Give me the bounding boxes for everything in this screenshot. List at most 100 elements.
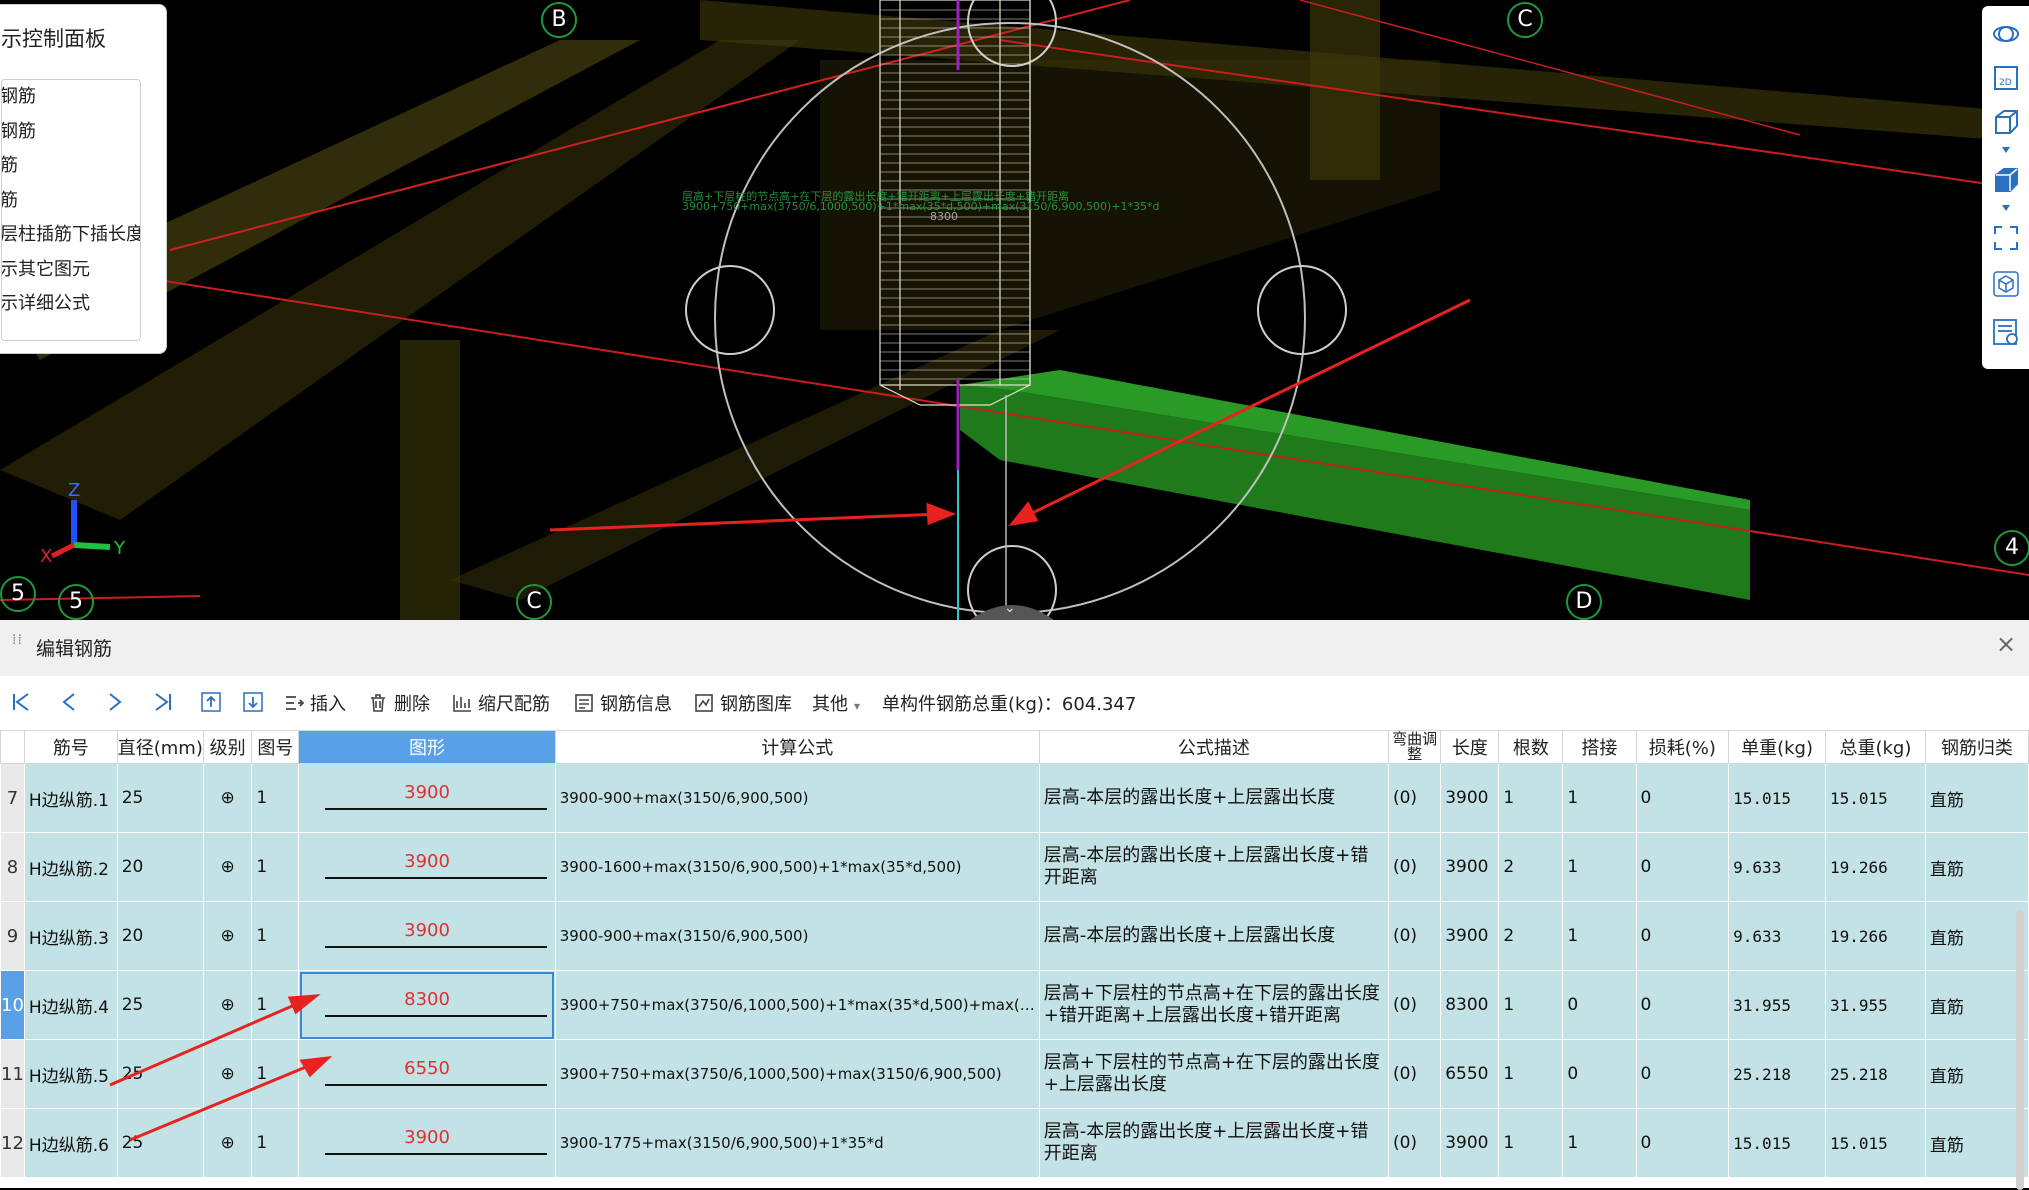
cell-lap[interactable]: 1 <box>1562 832 1637 902</box>
cell-diameter[interactable]: 25 <box>116 763 204 833</box>
view-cube-icon[interactable] <box>1992 270 2020 298</box>
cell-shape[interactable]: 8300 <box>298 970 556 1040</box>
cell-lap[interactable]: 1 <box>1562 763 1637 833</box>
cell-diameter[interactable]: 25 <box>116 1108 204 1178</box>
cell-shape[interactable]: 3900 <box>298 832 556 902</box>
cell-total-weight[interactable]: 15.015 <box>1824 763 1926 833</box>
cell-count[interactable]: 1 <box>1498 970 1564 1040</box>
cell-bar-number[interactable]: H边纵筋.5 <box>23 1039 118 1109</box>
scale-bars-button[interactable]: 缩尺配筋 <box>452 690 550 716</box>
header-bar-number[interactable]: 筋号 <box>23 730 118 764</box>
cell-count[interactable]: 2 <box>1498 832 1564 902</box>
cell-grade[interactable]: ⊕ <box>202 970 253 1040</box>
header-formula-desc[interactable]: 公式描述 <box>1038 730 1389 764</box>
table-row[interactable]: 10 H边纵筋.4 25 ⊕ 1 8300 3900+750+max(3750/6,1000… <box>0 970 2029 1040</box>
cell-unit-weight[interactable]: 15.015 <box>1728 763 1826 833</box>
row-number[interactable]: 10 <box>0 970 25 1040</box>
cell-bar-number[interactable]: H边纵筋.1 <box>23 763 118 833</box>
cell-figure-no[interactable]: 1 <box>251 763 300 833</box>
cell-bend-adjust[interactable]: (0) <box>1387 1039 1442 1109</box>
bar-library-button[interactable]: 钢筋图库 <box>694 690 792 716</box>
cell-count[interactable]: 2 <box>1498 901 1564 971</box>
orbit-icon[interactable] <box>1992 20 2020 48</box>
cell-unit-weight[interactable]: 31.955 <box>1728 970 1826 1040</box>
cell-formula-desc[interactable]: 层高+下层柱的节点高+在下层的露出长度+上层露出长度 <box>1038 1039 1389 1109</box>
move-down-icon[interactable] <box>242 691 264 713</box>
cell-diameter[interactable]: 25 <box>116 1039 204 1109</box>
chevron-down-icon[interactable]: ⌄ <box>1004 600 1016 616</box>
cell-category[interactable]: 直筋 <box>1924 901 2029 971</box>
3d-solid-icon[interactable] <box>1992 166 2020 194</box>
cell-formula[interactable]: 3900-1600+max(3150/6,900,500)+1*max(35*d… <box>554 832 1040 902</box>
header-formula[interactable]: 计算公式 <box>554 730 1040 764</box>
cell-formula-desc[interactable]: 层高-本层的露出长度+上层露出长度+错开距离 <box>1038 832 1389 902</box>
panel-option[interactable]: 示其它图元 <box>2 253 140 288</box>
header-total-weight[interactable]: 总重(kg) <box>1824 730 1926 764</box>
cell-lap[interactable]: 1 <box>1562 1108 1637 1178</box>
cell-unit-weight[interactable]: 25.218 <box>1728 1039 1826 1109</box>
cell-figure-no[interactable]: 1 <box>251 1108 300 1178</box>
cell-length[interactable]: 3900 <box>1440 901 1500 971</box>
cell-bar-number[interactable]: H边纵筋.4 <box>23 970 118 1040</box>
cell-lap[interactable]: 0 <box>1562 1039 1637 1109</box>
cell-count[interactable]: 1 <box>1498 763 1564 833</box>
cell-bend-adjust[interactable]: (0) <box>1387 763 1442 833</box>
table-row[interactable]: 7 H边纵筋.1 25 ⊕ 1 3900 3900-900+max(3150/6,900,5… <box>0 763 2029 833</box>
cell-bend-adjust[interactable]: (0) <box>1387 1108 1442 1178</box>
drag-handle-icon[interactable]: ⁞⁞ <box>12 633 22 658</box>
cell-formula[interactable]: 3900-1775+max(3150/6,900,500)+1*35*d <box>554 1108 1040 1178</box>
next-record-icon[interactable] <box>104 691 126 713</box>
cell-formula-desc[interactable]: 层高-本层的露出长度+上层露出长度 <box>1038 763 1389 833</box>
panel-option[interactable]: 筋 <box>2 184 140 219</box>
cell-category[interactable]: 直筋 <box>1924 1108 2029 1178</box>
cell-figure-no[interactable]: 1 <box>251 901 300 971</box>
cell-bend-adjust[interactable]: (0) <box>1387 901 1442 971</box>
panel-option[interactable]: 示详细公式 <box>2 287 140 322</box>
cell-total-weight[interactable]: 19.266 <box>1824 901 1926 971</box>
cell-total-weight[interactable]: 19.266 <box>1824 832 1926 902</box>
cell-lap[interactable]: 0 <box>1562 970 1637 1040</box>
cell-category[interactable]: 直筋 <box>1924 763 2029 833</box>
row-number[interactable]: 8 <box>0 832 25 902</box>
header-loss[interactable]: 损耗(%) <box>1635 730 1730 764</box>
cell-shape[interactable]: 3900 <box>298 763 556 833</box>
cell-unit-weight[interactable]: 15.015 <box>1728 1108 1826 1178</box>
cell-length[interactable]: 6550 <box>1440 1039 1500 1109</box>
cell-count[interactable]: 1 <box>1498 1108 1564 1178</box>
table-row[interactable]: 12 H边纵筋.6 25 ⊕ 1 3900 3900-1775+max(3150/6,900… <box>0 1108 2029 1178</box>
cell-bar-number[interactable]: H边纵筋.3 <box>23 901 118 971</box>
prev-record-icon[interactable] <box>58 691 80 713</box>
insert-button[interactable]: 插入 <box>284 690 346 716</box>
close-icon[interactable]: × <box>1996 630 2016 658</box>
cell-grade[interactable]: ⊕ <box>202 832 253 902</box>
cell-diameter[interactable]: 20 <box>116 901 204 971</box>
cell-formula-desc[interactable]: 层高+下层柱的节点高+在下层的露出长度+错开距离+上层露出长度+错开距离 <box>1038 970 1389 1040</box>
cell-bend-adjust[interactable]: (0) <box>1387 832 1442 902</box>
header-category[interactable]: 钢筋归类 <box>1924 730 2029 764</box>
cell-count[interactable]: 1 <box>1498 1039 1564 1109</box>
dropdown-icon[interactable] <box>1992 200 2020 214</box>
cell-category[interactable]: 直筋 <box>1924 970 2029 1040</box>
cell-formula[interactable]: 3900+750+max(3750/6,1000,500)+1*max(35*d… <box>554 970 1040 1040</box>
cell-figure-no[interactable]: 1 <box>251 1039 300 1109</box>
header-bend-adjust[interactable]: 弯曲调整 <box>1387 730 1442 764</box>
last-record-icon[interactable] <box>152 691 174 713</box>
cell-grade[interactable]: ⊕ <box>202 763 253 833</box>
panel-option[interactable]: 钢筋 <box>2 115 140 150</box>
list-settings-icon[interactable] <box>1992 318 2020 346</box>
cell-category[interactable]: 直筋 <box>1924 832 2029 902</box>
header-length[interactable]: 长度 <box>1440 730 1500 764</box>
cell-length[interactable]: 3900 <box>1440 763 1500 833</box>
cell-diameter[interactable]: 20 <box>116 832 204 902</box>
cell-unit-weight[interactable]: 9.633 <box>1728 901 1826 971</box>
cell-diameter[interactable]: 25 <box>116 970 204 1040</box>
row-number[interactable]: 9 <box>0 901 25 971</box>
cell-bend-adjust[interactable]: (0) <box>1387 970 1442 1040</box>
cell-shape[interactable]: 3900 <box>298 901 556 971</box>
cell-grade[interactable]: ⊕ <box>202 1108 253 1178</box>
cell-formula-desc[interactable]: 层高-本层的露出长度+上层露出长度+错开距离 <box>1038 1108 1389 1178</box>
cell-unit-weight[interactable]: 9.633 <box>1728 832 1826 902</box>
cell-formula-desc[interactable]: 层高-本层的露出长度+上层露出长度 <box>1038 901 1389 971</box>
cell-total-weight[interactable]: 25.218 <box>1824 1039 1926 1109</box>
header-count[interactable]: 根数 <box>1498 730 1564 764</box>
